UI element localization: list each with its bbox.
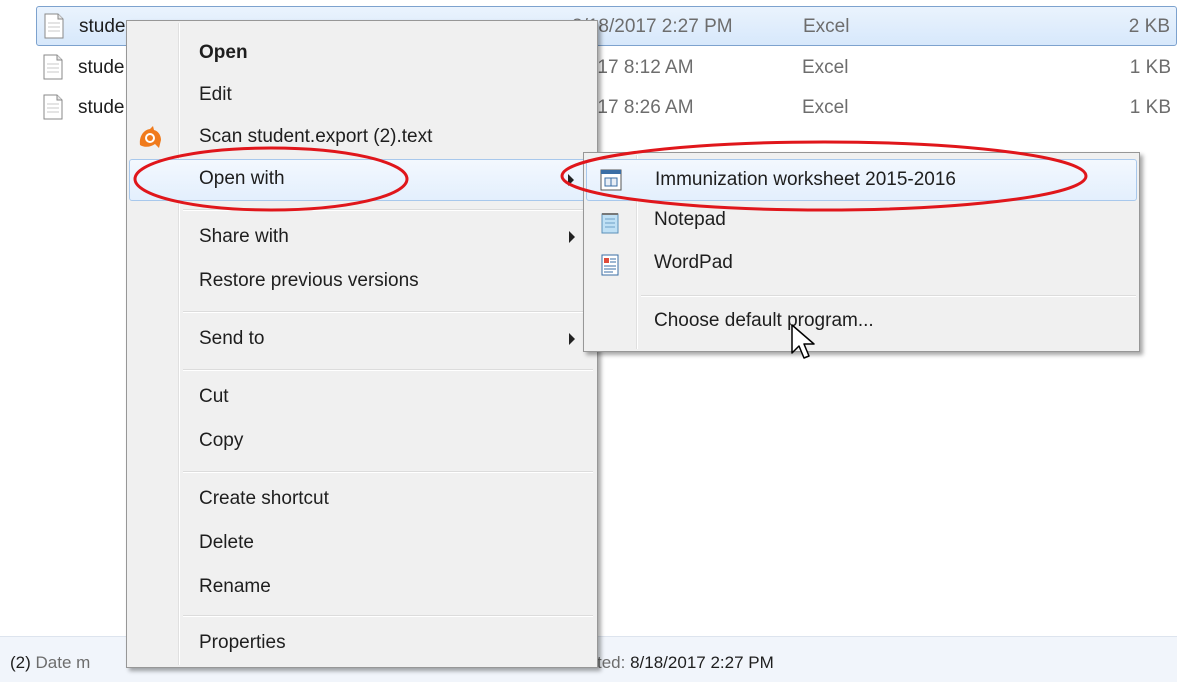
- status-created-value: 8/18/2017 2:27 PM: [630, 653, 774, 672]
- status-date-label: Date m: [35, 653, 91, 672]
- submenu-item-label: Choose default program...: [654, 310, 874, 331]
- submenu-item-wordpad[interactable]: WordPad: [586, 245, 1137, 287]
- menu-separator: [641, 295, 1136, 297]
- menu-item-label: Properties: [199, 632, 286, 653]
- text-file-icon: [44, 13, 64, 39]
- menu-item-delete[interactable]: Delete: [129, 523, 595, 565]
- file-type: Excel: [802, 97, 849, 118]
- menu-item-properties[interactable]: Properties: [129, 623, 595, 665]
- menu-item-label: Share with: [199, 226, 289, 247]
- text-file-icon: [43, 94, 63, 120]
- mouse-pointer-icon: [791, 324, 815, 359]
- menu-item-restore[interactable]: Restore previous versions: [129, 261, 595, 303]
- avast-icon: [139, 126, 161, 148]
- context-menu: Open Edit Scan student.export (2).text O…: [126, 20, 598, 668]
- menu-item-label: Send to: [199, 328, 265, 349]
- submenu-arrow-icon: [568, 174, 574, 186]
- notepad-icon: [601, 213, 619, 234]
- menu-separator: [183, 369, 593, 371]
- menu-item-label: Create shortcut: [199, 488, 329, 509]
- menu-item-copy[interactable]: Copy: [129, 421, 595, 463]
- file-name: stude: [78, 57, 125, 78]
- menu-item-edit[interactable]: Edit: [129, 75, 595, 117]
- menu-item-label: Copy: [199, 430, 244, 451]
- menu-separator: [183, 615, 593, 617]
- menu-item-label: Open with: [199, 168, 285, 189]
- wordpad-icon: [601, 254, 619, 276]
- menu-separator: [183, 209, 593, 211]
- file-name: stude: [79, 16, 126, 37]
- submenu-item-immunization-worksheet[interactable]: Immunization worksheet 2015-2016: [586, 159, 1137, 201]
- file-name: stude: [78, 97, 125, 118]
- menu-item-share-with[interactable]: Share with: [129, 217, 595, 259]
- file-type: Excel: [803, 16, 850, 37]
- spreadsheet-app-icon: [600, 169, 622, 191]
- menu-item-label: Edit: [199, 84, 232, 105]
- menu-item-rename[interactable]: Rename: [129, 567, 595, 609]
- submenu-item-label: Immunization worksheet 2015-2016: [655, 169, 957, 190]
- file-size: 1 KB: [1129, 97, 1171, 118]
- menu-separator: [183, 311, 593, 313]
- submenu-item-label: WordPad: [654, 252, 733, 273]
- text-file-icon: [43, 54, 63, 80]
- menu-item-open-with[interactable]: Open with: [129, 159, 595, 201]
- menu-item-cut[interactable]: Cut: [129, 377, 595, 419]
- status-item-count: (2): [10, 653, 31, 672]
- menu-item-create-shortcut[interactable]: Create shortcut: [129, 479, 595, 521]
- status-created-label: ted:: [597, 653, 626, 672]
- file-size: 2 KB: [1128, 16, 1170, 37]
- menu-item-label: Open: [199, 42, 248, 63]
- submenu-arrow-icon: [569, 333, 575, 345]
- menu-item-label: Cut: [199, 386, 229, 407]
- status-right: ted: 8/18/2017 2:27 PM: [597, 653, 774, 673]
- status-left: (2) Date m: [10, 653, 90, 673]
- menu-separator: [183, 471, 593, 473]
- file-type: Excel: [802, 57, 849, 78]
- menu-item-send-to[interactable]: Send to: [129, 319, 595, 361]
- menu-item-label: Rename: [199, 576, 271, 597]
- open-with-submenu: Immunization worksheet 2015-2016 Notepad…: [583, 152, 1140, 352]
- submenu-item-label: Notepad: [654, 209, 726, 230]
- menu-item-label: Restore previous versions: [199, 270, 419, 291]
- file-size: 1 KB: [1129, 57, 1171, 78]
- menu-item-label: Scan student.export (2).text: [199, 126, 433, 147]
- menu-item-open[interactable]: Open: [129, 33, 595, 75]
- menu-item-label: Delete: [199, 532, 254, 553]
- submenu-arrow-icon: [569, 231, 575, 243]
- submenu-item-choose-default-program[interactable]: Choose default program...: [586, 305, 1137, 347]
- menu-item-scan[interactable]: Scan student.export (2).text: [129, 117, 595, 159]
- submenu-item-notepad[interactable]: Notepad: [586, 203, 1137, 245]
